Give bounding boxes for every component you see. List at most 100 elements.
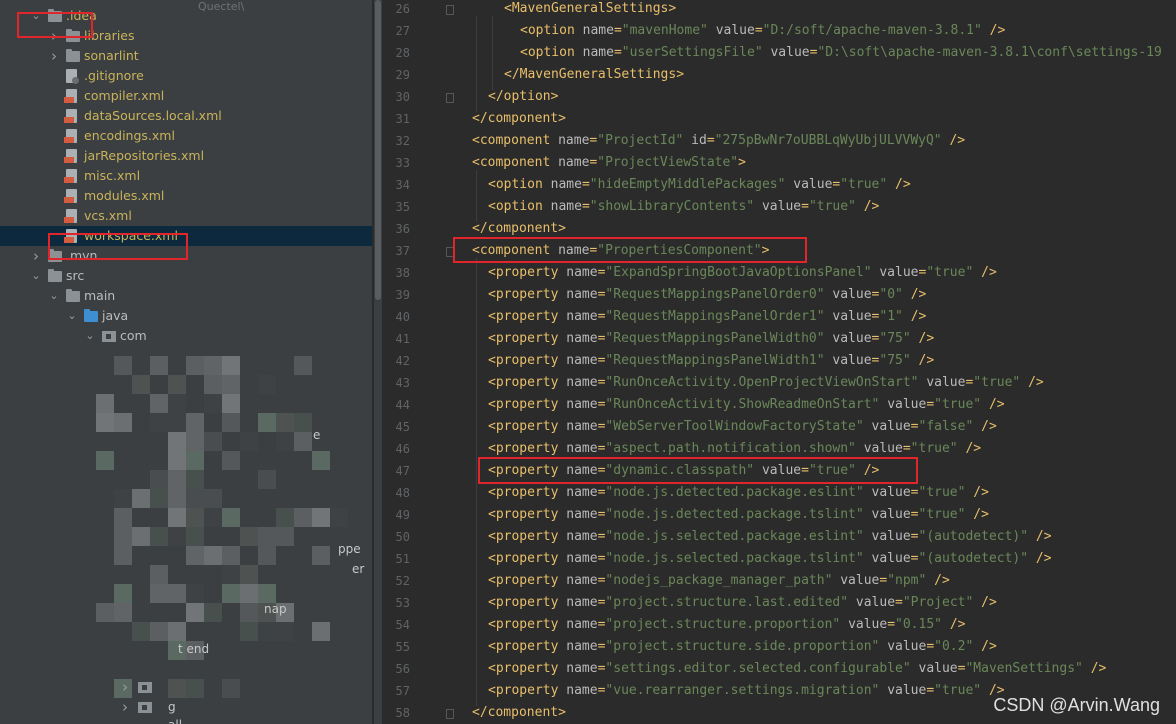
- chevron-right-icon[interactable]: ›: [48, 26, 60, 46]
- code-line[interactable]: <property name = "RunOnceActivity.ShowRead…: [488, 394, 1005, 416]
- tree-item-java[interactable]: ⌄ java: [0, 306, 372, 326]
- code-token: "MavenSettings": [965, 661, 1083, 676]
- folder-icon: [66, 49, 80, 62]
- code-token: "true": [918, 507, 966, 522]
- line-number: 29: [395, 68, 410, 82]
- chevron-down-icon[interactable]: ⌄: [84, 326, 96, 346]
- tree-item-gitignore[interactable]: .gitignore: [0, 66, 372, 86]
- code-line[interactable]: <property name = "aspect.path.notification…: [488, 438, 981, 460]
- code-line[interactable]: </component>: [472, 218, 566, 240]
- code-token: property: [495, 661, 567, 676]
- code-line[interactable]: </component>: [472, 702, 566, 724]
- code-line[interactable]: </MavenGeneralSettings>: [504, 64, 684, 86]
- code-token: name: [558, 243, 590, 258]
- tree-scrollbar[interactable]: [374, 0, 382, 724]
- code-line[interactable]: <property name="RequestMappingsPanelOrde…: [488, 284, 926, 306]
- blur-block: [258, 584, 276, 603]
- code-token: property: [495, 375, 567, 390]
- code-line[interactable]: <property name = "node.js.selected.package…: [488, 548, 1052, 570]
- tree-item-com[interactable]: ⌄ com: [0, 326, 372, 346]
- code-token: name: [566, 551, 598, 566]
- code-line[interactable]: <property name = "WebServerToolWindowFacto…: [488, 416, 997, 438]
- code-line[interactable]: <component name="ProjectViewState">: [472, 152, 746, 174]
- code-line[interactable]: <option name="userSettingsFile" value="D…: [520, 42, 1162, 64]
- tree-item-sonarlint[interactable]: › sonarlint: [0, 46, 372, 66]
- tree-item-main[interactable]: ⌄ main: [0, 286, 372, 306]
- code-line[interactable]: <property name = "dynamic.classpath" value…: [488, 460, 879, 482]
- tree-item-idea[interactable]: ⌄ .idea: [0, 6, 372, 26]
- code-line[interactable]: <property name = "node.js.selected.package…: [488, 526, 1052, 548]
- code-token: <: [488, 529, 496, 544]
- tree-item-vcs-xml[interactable]: vcs.xml: [0, 206, 372, 226]
- chevron-down-icon[interactable]: ⌄: [30, 6, 42, 26]
- code-line[interactable]: <property name="RequestMappingsPanelOrde…: [488, 306, 926, 328]
- code-line[interactable]: <property name = "project.structure.last.e…: [488, 592, 997, 614]
- code-line[interactable]: <MavenGeneralSettings>: [504, 0, 676, 20]
- chevron-right-icon[interactable]: ›: [122, 700, 128, 715]
- code-line[interactable]: <component name="PropertiesComponent">: [472, 240, 769, 262]
- tree-item-datasources-local-xml[interactable]: dataSources.local.xml: [0, 106, 372, 126]
- chevron-down-icon[interactable]: ⌄: [30, 266, 42, 286]
- code-line[interactable]: <property name = "node.js.detected.package…: [488, 482, 989, 504]
- fold-marker-icon[interactable]: [446, 93, 454, 103]
- code-line[interactable]: <property name = "vue.rearranger.settings.…: [488, 680, 1005, 702]
- blur-block: [150, 527, 168, 546]
- code-line[interactable]: <option name="showLibraryContents" value…: [488, 196, 879, 218]
- tree-item-workspace-xml[interactable]: workspace.xml: [0, 226, 372, 246]
- blur-block: [132, 489, 150, 508]
- code-line[interactable]: <property name="RequestMappingsPanelWidt…: [488, 328, 934, 350]
- chevron-right-icon[interactable]: ›: [30, 246, 42, 266]
- code-line[interactable]: <option name="mavenHome" value="D:/soft/…: [520, 20, 1005, 42]
- fold-marker-icon[interactable]: [446, 247, 454, 257]
- code-token: =: [895, 595, 903, 610]
- tree-scrollbar-thumb[interactable]: [375, 0, 381, 300]
- code-line[interactable]: <component name="ProjectId" id="275pBwNr…: [472, 130, 965, 152]
- code-line[interactable]: </component>: [472, 108, 566, 130]
- code-line[interactable]: <property name="RequestMappingsPanelWidt…: [488, 350, 934, 372]
- blur-block: [258, 375, 276, 394]
- folder-icon: [66, 29, 80, 42]
- code-token: property: [495, 463, 567, 478]
- blur-block: [186, 489, 204, 508]
- chevron-down-icon[interactable]: ⌄: [48, 286, 60, 306]
- fold-marker-icon[interactable]: [446, 5, 454, 15]
- blur-block: [240, 432, 258, 451]
- fold-marker-icon[interactable]: [446, 709, 454, 719]
- chevron-down-icon[interactable]: ⌄: [66, 306, 78, 326]
- tree-item-misc-xml[interactable]: misc.xml: [0, 166, 372, 186]
- code-token: "nodejs_package_manager_path": [605, 573, 833, 588]
- tree-item-libraries[interactable]: › libraries: [0, 26, 372, 46]
- code-editor[interactable]: 26 27 28 29 30 31 32 33 34 35 36 37 38 39 40 41 42 43 44 45…: [384, 0, 1176, 724]
- code-line[interactable]: <property name = "project.structure.propor…: [488, 614, 965, 636]
- code-line[interactable]: </option>: [488, 86, 558, 108]
- tree-item-src[interactable]: ⌄ src: [0, 266, 372, 286]
- code-token: <: [488, 287, 496, 302]
- code-token: name: [566, 287, 598, 302]
- tree-item-compiler-xml[interactable]: compiler.xml: [0, 86, 372, 106]
- code-line[interactable]: <property name = "node.js.detected.package…: [488, 504, 989, 526]
- tree-item-encodings-xml[interactable]: encodings.xml: [0, 126, 372, 146]
- code-line[interactable]: <property name = "project.structure.side.p…: [488, 636, 997, 658]
- chevron-right-icon[interactable]: ›: [122, 680, 128, 695]
- code-token: property: [495, 309, 567, 324]
- code-line[interactable]: <option name="hideEmptyMiddlePackages" v…: [488, 174, 911, 196]
- code-line[interactable]: <property name="ExpandSpringBootJavaOpti…: [488, 262, 997, 284]
- tree-item-modules-xml[interactable]: modules.xml: [0, 186, 372, 206]
- tree-item-mvn[interactable]: › .mvn: [0, 246, 372, 266]
- code-token: </: [472, 705, 488, 720]
- chevron-right-icon[interactable]: ›: [48, 46, 60, 66]
- code-line[interactable]: <property name="RunOnceActivity.OpenProj…: [488, 372, 1044, 394]
- code-line[interactable]: <property name="nodejs_package_manager_p…: [488, 570, 950, 592]
- blur-block: [168, 679, 186, 698]
- tree-item-jarrepositories-xml[interactable]: jarRepositories.xml: [0, 146, 372, 166]
- code-token: =: [910, 485, 919, 500]
- code-line[interactable]: <property name="settings.editor.selected…: [488, 658, 1106, 680]
- blur-block: [150, 584, 168, 603]
- xml-file-icon: [64, 149, 77, 163]
- code-token: "RunOnceActivity.OpenProjectViewOnStart": [605, 375, 919, 390]
- blur-block: [240, 584, 258, 603]
- tree-item-label: .mvn: [66, 248, 98, 263]
